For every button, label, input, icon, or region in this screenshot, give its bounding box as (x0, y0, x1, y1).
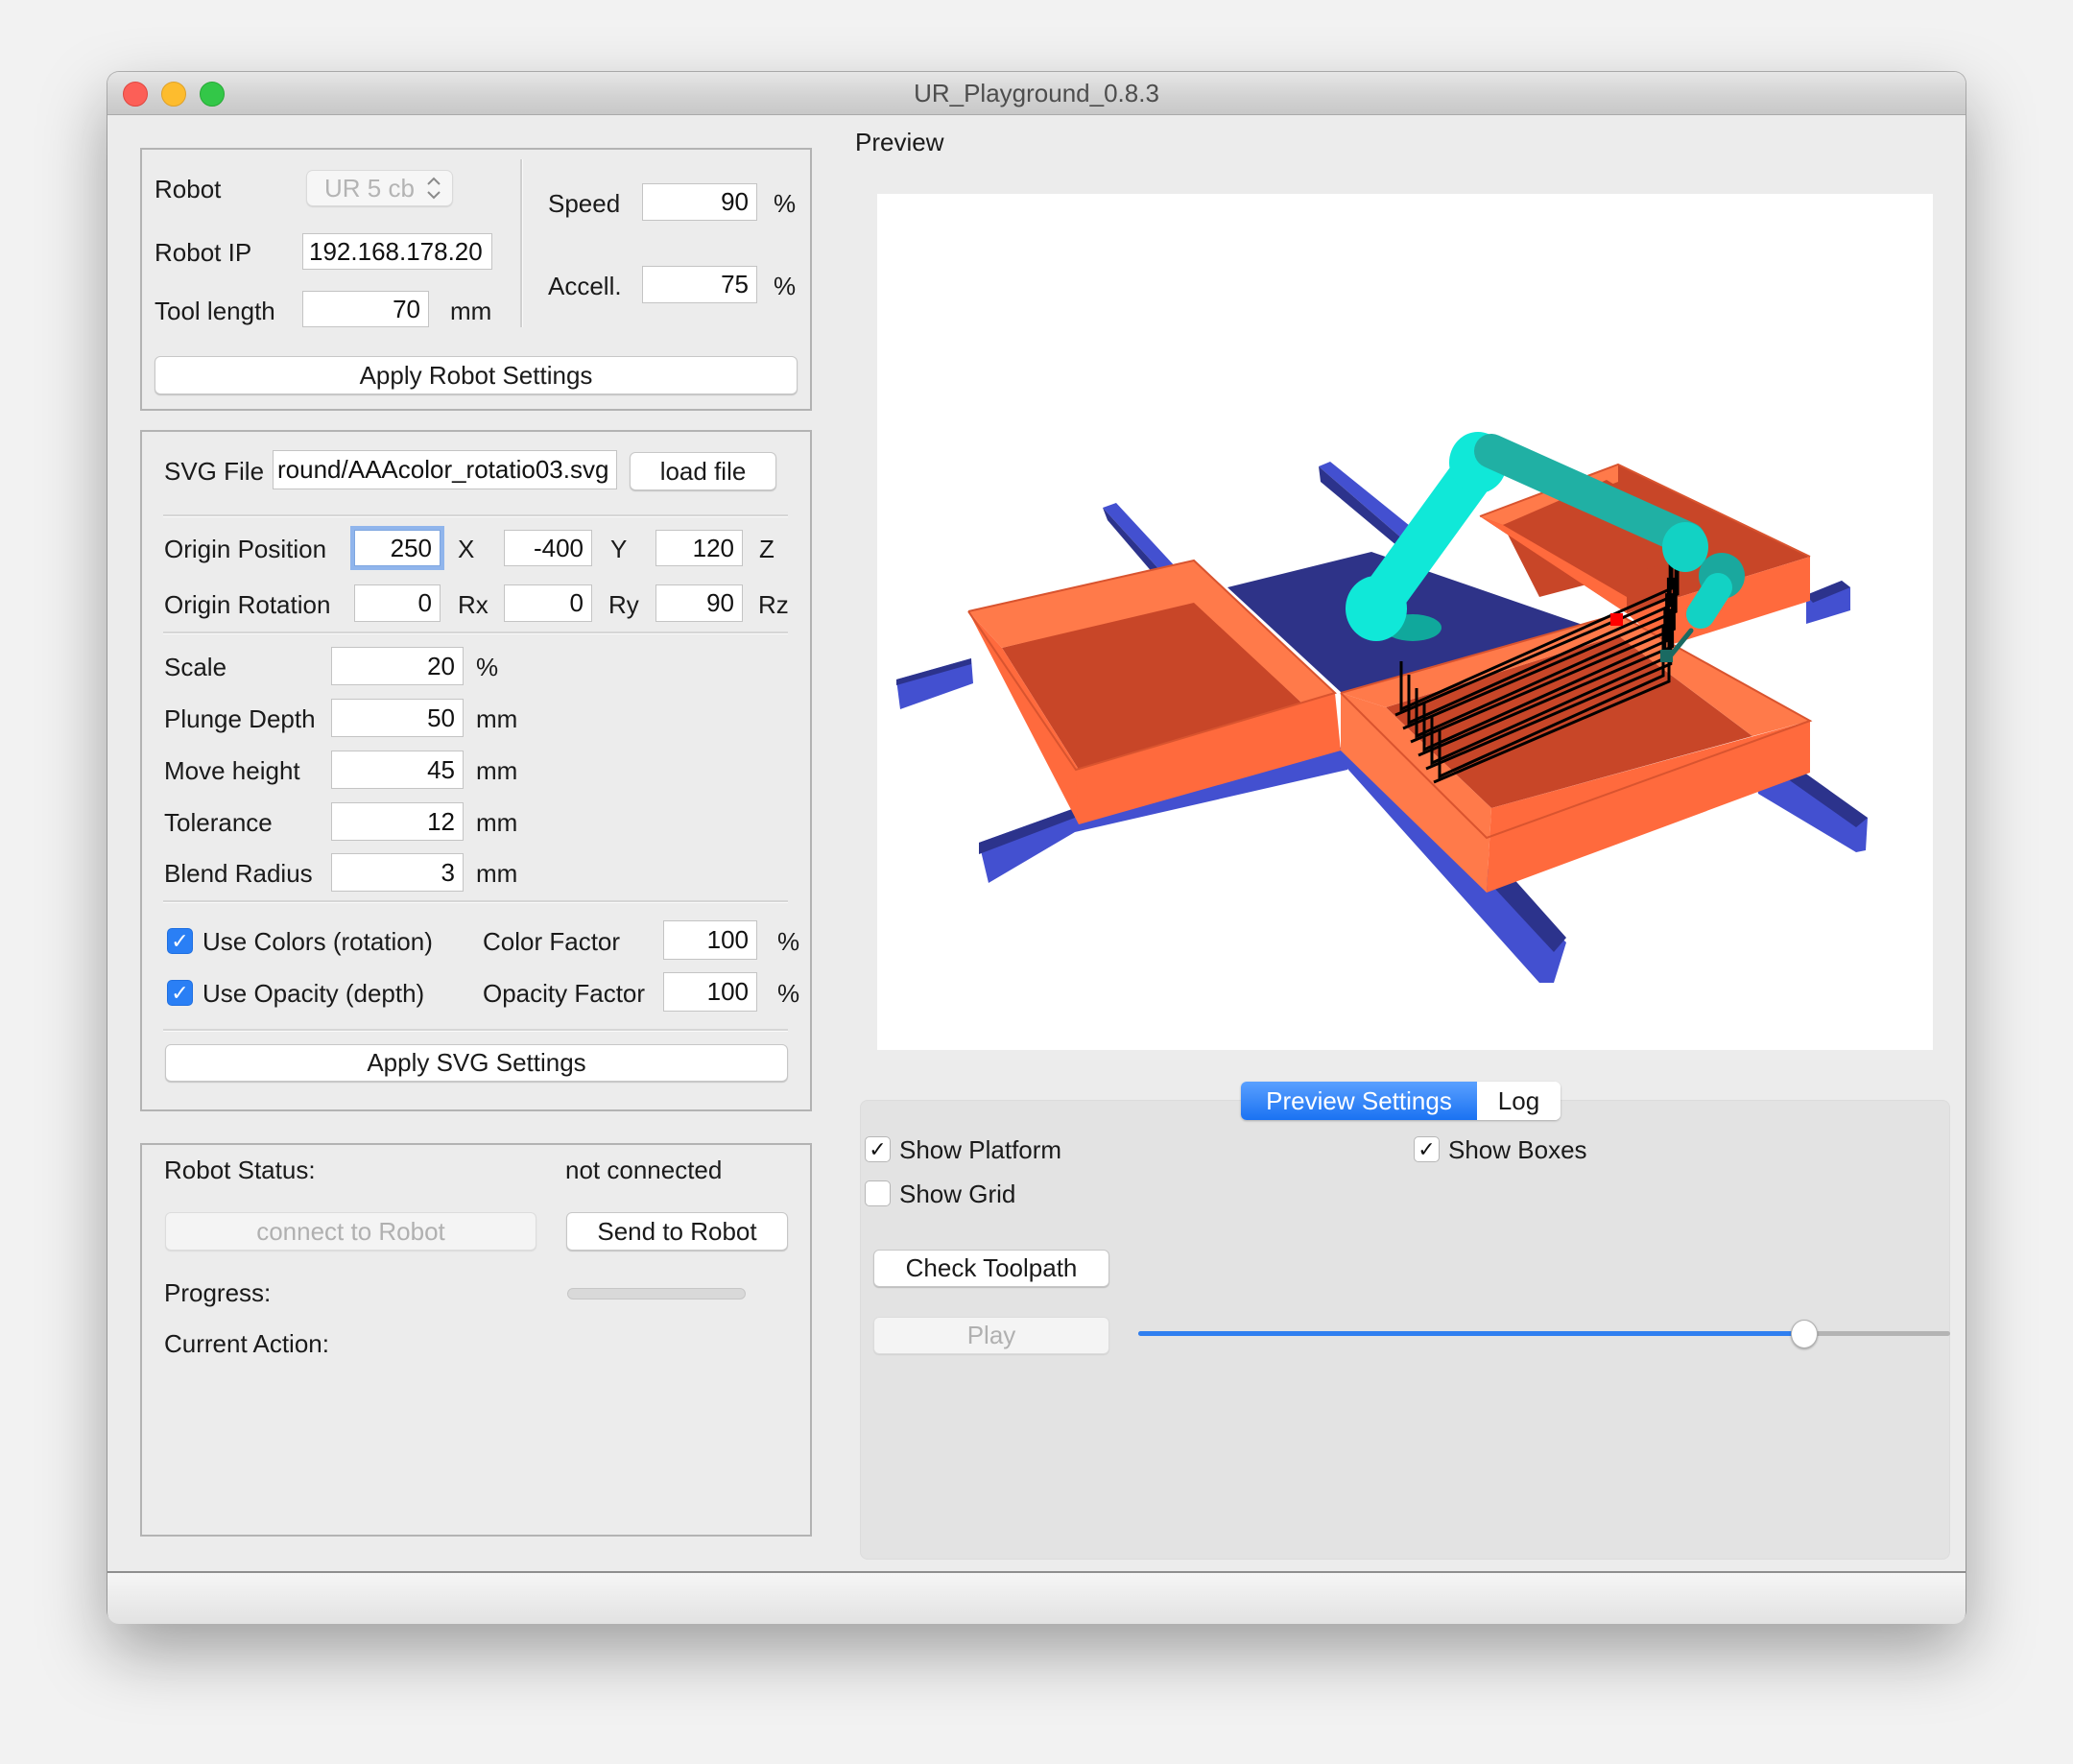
origin-x-axis-label: X (458, 535, 475, 563)
tab-preview-settings[interactable]: Preview Settings (1241, 1082, 1477, 1120)
checkmark-icon: ✓ (869, 1137, 887, 1161)
show-boxes-checkbox[interactable]: ✓ (1414, 1136, 1440, 1162)
color-factor-unit: % (777, 927, 800, 956)
param-unit: mm (476, 756, 518, 785)
accel-label: Accell. (548, 272, 622, 300)
param-label: Blend Radius (164, 859, 313, 888)
connect-to-robot-button[interactable]: connect to Robot (165, 1212, 536, 1251)
scale-input[interactable] (331, 647, 464, 685)
color-factor-label: Color Factor (483, 927, 621, 956)
robot-shoulder-joint (1346, 576, 1407, 641)
tab-bar: Preview Settings Log (1241, 1082, 1561, 1120)
origin-ry-axis-label: Ry (608, 590, 639, 619)
color-factor-input[interactable] (663, 920, 757, 960)
tolerance-input[interactable] (331, 802, 464, 841)
param-label: Tolerance (164, 808, 273, 837)
chevron-up-down-icon (425, 174, 442, 203)
origin-rx-axis-label: Rx (458, 590, 488, 619)
tool-length-unit: mm (450, 297, 492, 325)
origin-z-axis-label: Z (759, 535, 774, 563)
show-platform-checkbox[interactable]: ✓ (865, 1136, 891, 1162)
tool-length-input[interactable] (302, 291, 429, 327)
robot-tool-tip (1660, 650, 1673, 662)
robot-ip-label: Robot IP (155, 238, 252, 267)
accel-input[interactable] (642, 266, 757, 303)
param-unit: mm (476, 704, 518, 733)
progress-bar (567, 1288, 746, 1299)
speed-input[interactable] (642, 183, 757, 221)
speed-unit: % (774, 189, 797, 218)
param-unit: mm (476, 859, 518, 888)
robot-wrist-1 (1662, 522, 1708, 572)
tab-log[interactable]: Log (1477, 1082, 1561, 1120)
robot-ip-input[interactable] (302, 233, 492, 270)
use-colors-label: Use Colors (rotation) (203, 927, 433, 956)
window-title: UR_Playground_0.8.3 (914, 79, 1159, 107)
show-platform-label: Show Platform (899, 1135, 1062, 1164)
rail-top-center-side (1319, 466, 1403, 551)
speed-label: Speed (548, 189, 621, 218)
robot-status-value: not connected (565, 1156, 723, 1184)
title-bar[interactable]: UR_Playground_0.8.3 (107, 72, 1966, 115)
opacity-factor-input[interactable] (663, 972, 757, 1012)
origin-ry-input[interactable] (504, 584, 592, 622)
opacity-factor-label: Opacity Factor (483, 979, 646, 1008)
slider-thumb[interactable] (1790, 1320, 1818, 1348)
param-label: Plunge Depth (164, 704, 316, 733)
origin-rz-input[interactable] (655, 584, 743, 622)
use-opacity-label: Use Opacity (depth) (203, 979, 425, 1008)
scene-svg (896, 432, 1868, 983)
show-grid-label: Show Grid (899, 1180, 1016, 1208)
accel-unit: % (774, 272, 797, 300)
rail-back-left (1103, 503, 1177, 576)
origin-rx-input[interactable] (354, 584, 441, 622)
blend-radius-input[interactable] (331, 853, 464, 892)
param-label: Move height (164, 756, 300, 785)
robot-model-value: UR 5 cb (324, 174, 415, 203)
checkmark-icon: ✓ (1418, 1137, 1436, 1161)
origin-y-axis-label: Y (610, 535, 628, 563)
robot-model-select[interactable]: UR 5 cb (306, 170, 453, 206)
param-unit: mm (476, 808, 518, 837)
check-toolpath-button[interactable]: Check Toolpath (873, 1250, 1109, 1287)
apply-svg-settings-button[interactable]: Apply SVG Settings (165, 1044, 788, 1082)
opacity-factor-unit: % (777, 979, 800, 1008)
origin-y-input[interactable] (504, 530, 592, 566)
load-file-button[interactable]: load file (630, 452, 776, 490)
rail-top-center (1319, 462, 1415, 539)
checkmark-icon: ✓ (171, 929, 189, 953)
status-bar (107, 1571, 1966, 1624)
apply-robot-settings-button[interactable]: Apply Robot Settings (155, 356, 798, 394)
show-boxes-label: Show Boxes (1448, 1135, 1587, 1164)
preview-label: Preview (855, 128, 944, 156)
slider-track-fill (1138, 1331, 1804, 1336)
origin-position-label: Origin Position (164, 535, 327, 563)
use-colors-checkbox[interactable]: ✓ (167, 928, 193, 954)
playback-slider[interactable] (1138, 1320, 1950, 1348)
origin-x-input[interactable] (354, 530, 441, 566)
origin-z-input[interactable] (655, 530, 743, 566)
toolpath-start-marker (1610, 613, 1623, 626)
play-button[interactable]: Play (873, 1317, 1109, 1354)
plunge-depth-input[interactable] (331, 699, 464, 737)
move-height-input[interactable] (331, 751, 464, 789)
origin-rotation-label: Origin Rotation (164, 590, 331, 619)
send-to-robot-button[interactable]: Send to Robot (566, 1212, 788, 1251)
checkmark-icon: ✓ (171, 981, 189, 1005)
preview-3d-viewport[interactable] (877, 194, 1933, 1050)
use-opacity-checkbox[interactable]: ✓ (167, 980, 193, 1006)
robot-label: Robot (155, 175, 222, 203)
origin-rz-axis-label: Rz (758, 590, 789, 619)
show-grid-checkbox[interactable] (865, 1180, 891, 1206)
robot-status-label: Robot Status: (164, 1156, 316, 1184)
param-unit: % (476, 653, 499, 681)
tool-length-label: Tool length (155, 297, 275, 325)
robot-wrist-3 (1686, 573, 1732, 629)
current-action-label: Current Action: (164, 1329, 329, 1358)
robot-settings-divider (520, 159, 523, 327)
progress-label: Progress: (164, 1278, 272, 1307)
param-label: Scale (164, 653, 227, 681)
svg-file-input[interactable] (273, 450, 617, 489)
svg-file-label: SVG File (164, 457, 265, 486)
